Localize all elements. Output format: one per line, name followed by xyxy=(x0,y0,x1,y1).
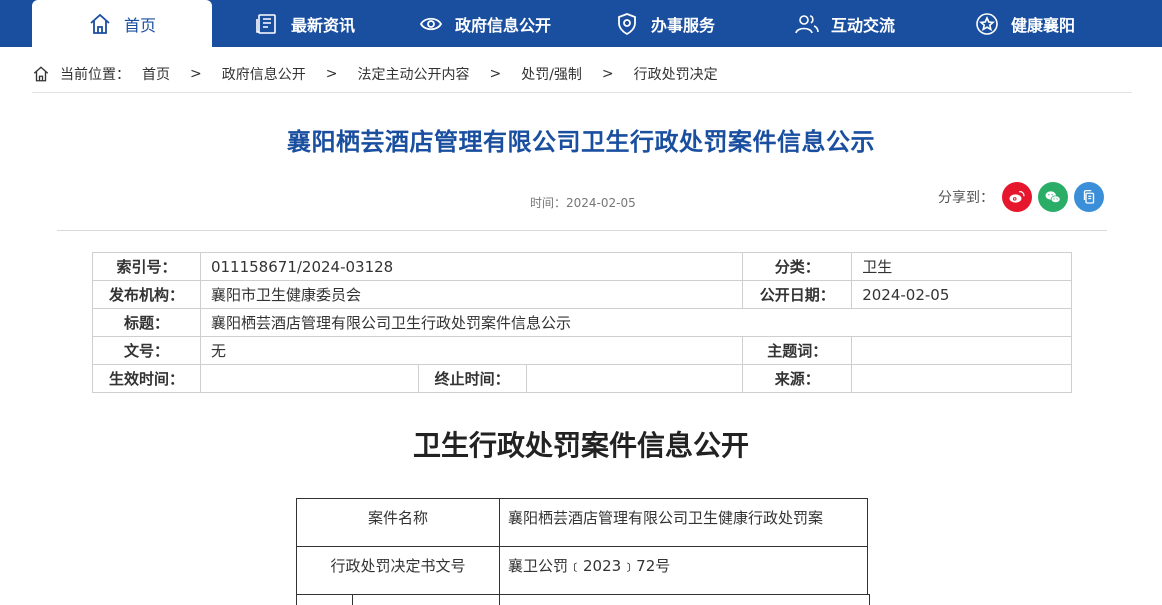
nav-item-label: 政府信息公开 xyxy=(454,15,551,35)
breadcrumb-separator: > xyxy=(601,66,614,82)
table-row: 生效时间： 终止时间： 来源： xyxy=(92,364,1072,393)
publish-date-label: 公开日期： xyxy=(742,280,853,309)
share-bar: 分享到： xyxy=(938,182,1104,212)
nav-item-label: 互动交流 xyxy=(830,15,895,35)
nav-item-news[interactable]: 最新资讯 xyxy=(240,0,370,47)
breadcrumb-separator: > xyxy=(489,66,502,82)
title-value: 襄阳栖芸酒店管理有限公司卫生行政处罚案件信息公示 xyxy=(199,308,1073,337)
breadcrumb-prefix: 当前位置： xyxy=(60,67,130,83)
wechat-icon xyxy=(1045,191,1061,203)
keyword-label: 主题词： xyxy=(742,336,853,365)
document-info-table: 索引号： 011158671/2024-03128 分类： 卫生 发布机构： 襄… xyxy=(92,252,1073,393)
table-row: 发布机构： 襄阳市卫生健康委员会 公开日期： 2024-02-05 xyxy=(92,280,1072,309)
category-value: 卫生 xyxy=(851,252,1072,281)
star-icon xyxy=(976,12,998,35)
source-label: 来源： xyxy=(742,364,853,393)
copy-icon xyxy=(1083,189,1095,204)
section-title: 卫生行政处罚案件信息公开 xyxy=(412,429,749,462)
weibo-icon xyxy=(1009,191,1025,203)
index-number-label: 索引号： xyxy=(92,252,201,281)
nav-item-home[interactable]: 首页 xyxy=(32,0,212,48)
table-row: 文号： 无 主题词： xyxy=(92,336,1072,365)
wechat-share-button[interactable] xyxy=(1038,182,1068,212)
nav-item-interaction[interactable]: 互动交流 xyxy=(780,0,910,47)
expire-time-value xyxy=(525,364,744,393)
publish-date-value: 2024-02-05 xyxy=(851,280,1072,309)
breadcrumb: 当前位置： 首页 > 政府信息公开 > 法定主动公开内容 > 处罚/强制 > 行… xyxy=(32,56,1132,93)
case-info-table: 案件名称 襄阳栖芸酒店管理有限公司卫生健康行政处罚案 行政处罚决定书文号 襄卫公… xyxy=(296,498,868,595)
table-row: 案件名称 襄阳栖芸酒店管理有限公司卫生健康行政处罚案 xyxy=(296,498,868,547)
decision-number-value: 襄卫公罚﹝2023﹞72号 xyxy=(499,546,868,595)
effective-time-value xyxy=(199,364,419,393)
table-row: 索引号： 011158671/2024-03128 分类： 卫生 xyxy=(92,252,1072,281)
doc-number-value: 无 xyxy=(199,336,744,365)
breadcrumb-item-gov-info[interactable]: 政府信息公开 xyxy=(222,64,306,84)
publisher-value: 襄阳市卫生健康委员会 xyxy=(199,280,744,309)
effective-time-label: 生效时间： xyxy=(92,364,201,393)
index-number-value: 011158671/2024-03128 xyxy=(199,252,744,281)
divider xyxy=(57,230,1107,231)
news-icon xyxy=(256,13,276,34)
title-label: 标题： xyxy=(92,308,201,337)
case-name-label: 案件名称 xyxy=(296,498,500,547)
publish-time: 时间：2024-02-05 xyxy=(530,196,636,210)
nav-item-label: 健康襄阳 xyxy=(1010,15,1075,35)
breadcrumb-separator: > xyxy=(190,66,202,82)
doc-number-label: 文号： xyxy=(92,336,201,365)
cell-divider xyxy=(499,595,500,605)
breadcrumb-item-penalty[interactable]: 处罚/强制 xyxy=(521,64,582,84)
breadcrumb-separator: > xyxy=(325,66,338,82)
page-title: 襄阳栖芸酒店管理有限公司卫生行政处罚案件信息公示 xyxy=(287,128,875,156)
nav-item-services[interactable]: 办事服务 xyxy=(600,0,730,47)
expire-time-label: 终止时间： xyxy=(417,364,527,393)
copy-share-button[interactable] xyxy=(1074,182,1104,212)
shield-icon xyxy=(618,12,636,35)
users-icon xyxy=(795,14,819,33)
eye-icon xyxy=(419,17,443,30)
nav-item-health[interactable]: 健康襄阳 xyxy=(960,0,1090,47)
table-row: 行政处罚决定书文号 襄卫公罚﹝2023﹞72号 xyxy=(296,546,868,595)
table-row: 标题： 襄阳栖芸酒店管理有限公司卫生行政处罚案件信息公示 xyxy=(92,308,1073,337)
share-label: 分享到： xyxy=(938,190,994,206)
publisher-label: 发布机构： xyxy=(92,280,201,309)
breadcrumb-item-statutory[interactable]: 法定主动公开内容 xyxy=(357,64,469,84)
nav-item-label: 最新资讯 xyxy=(290,15,355,35)
home-icon xyxy=(90,13,110,34)
top-navigation: 首页 最新资讯 政府信息公开 办事服务 互动交流 健康襄阳 xyxy=(0,0,1162,48)
cell-divider xyxy=(352,595,353,605)
decision-number-label: 行政处罚决定书文号 xyxy=(296,546,500,595)
nav-item-label: 首页 xyxy=(123,16,156,35)
home-icon xyxy=(33,66,49,82)
breadcrumb-item-home[interactable]: 首页 xyxy=(142,64,170,84)
nav-item-label: 办事服务 xyxy=(650,15,715,35)
case-name-value: 襄阳栖芸酒店管理有限公司卫生健康行政处罚案 xyxy=(499,498,868,547)
category-label: 分类： xyxy=(742,252,853,281)
keyword-value xyxy=(851,336,1072,365)
weibo-share-button[interactable] xyxy=(1002,182,1032,212)
nav-item-gov-info[interactable]: 政府信息公开 xyxy=(405,0,565,47)
source-value xyxy=(851,364,1072,393)
breadcrumb-item-decision[interactable]: 行政处罚决定 xyxy=(634,64,718,84)
